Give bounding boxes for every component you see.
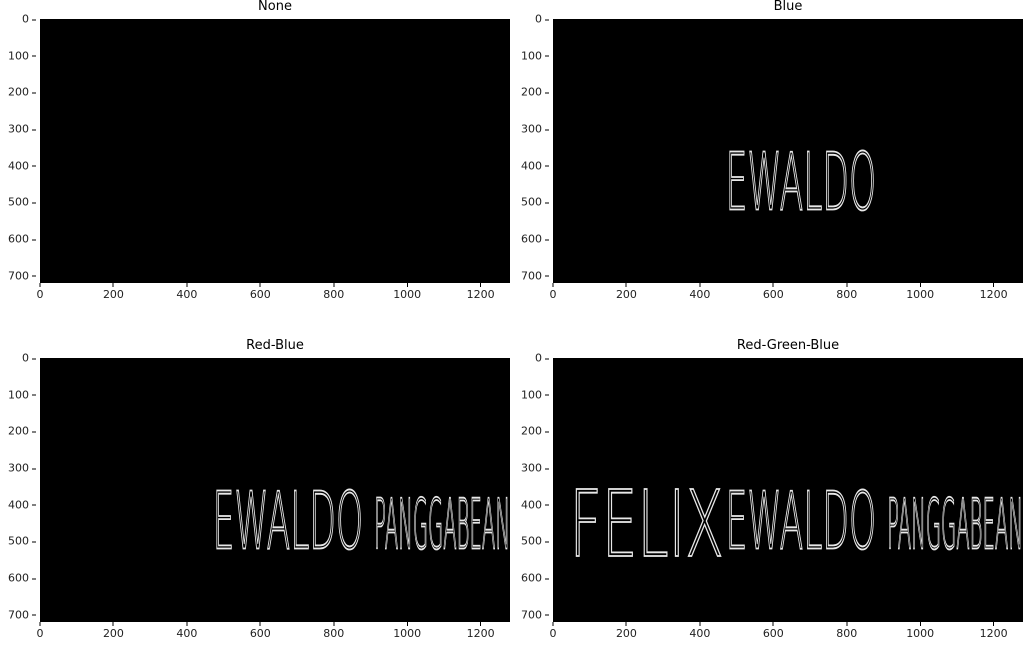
y-tick-label: 700 <box>8 269 36 282</box>
x-tick-label: 0 <box>550 283 557 301</box>
x-tick-label: 800 <box>836 622 857 640</box>
y-tick-label: 300 <box>8 123 36 136</box>
y-tick-label: 100 <box>521 49 549 62</box>
y-tick-label: 300 <box>521 462 549 475</box>
y-tick-label: 0 <box>535 13 549 26</box>
x-tick-label: 1200 <box>980 283 1008 301</box>
image-axes: EWALDO <box>553 19 1023 283</box>
y-tick-label: 300 <box>521 123 549 136</box>
x-tick-label: 1000 <box>906 283 934 301</box>
x-tick-label: 600 <box>250 622 271 640</box>
y-tick-label: 500 <box>8 196 36 209</box>
y-tick-label: 400 <box>8 498 36 511</box>
subplot-red-green-blue: Red-Green-Blue FELIX EWALDO PANGGABEAN 0 200 4… <box>521 338 1023 640</box>
handwritten-text: EWALDO <box>726 475 877 568</box>
x-tick-label: 0 <box>37 622 44 640</box>
y-tick-label: 500 <box>521 535 549 548</box>
x-tick-label: 0 <box>550 622 557 640</box>
y-tick-label: 200 <box>8 425 36 438</box>
subplot-red-blue: Red-Blue EWALDO PANGGABEAN 0 200 400 600 800 100… <box>8 338 510 640</box>
y-tick-label: 100 <box>521 388 549 401</box>
y-tick-label: 500 <box>521 196 549 209</box>
y-tick-label: 600 <box>521 233 549 246</box>
x-tick-label: 400 <box>176 622 197 640</box>
handwritten-text: FELIX <box>570 471 724 578</box>
y-tick-label: 400 <box>8 159 36 172</box>
y-tick-label: 0 <box>22 13 36 26</box>
x-tick-label: 600 <box>763 622 784 640</box>
y-tick-label: 600 <box>521 572 549 585</box>
y-tick-label: 700 <box>8 608 36 621</box>
subplot-title: Blue <box>773 0 803 14</box>
y-tick-label: 600 <box>8 572 36 585</box>
x-tick-label: 800 <box>836 283 857 301</box>
y-tick-label: 700 <box>521 608 549 621</box>
y-tick-label: 100 <box>8 49 36 62</box>
x-tick-label: 200 <box>616 622 637 640</box>
x-tick-label: 1000 <box>393 622 421 640</box>
y-tick-label: 0 <box>535 352 549 365</box>
x-tick-label: 0 <box>37 283 44 301</box>
x-tick-label: 1000 <box>906 622 934 640</box>
image-axes <box>40 19 510 283</box>
handwritten-text: EWALDO <box>213 475 364 568</box>
x-tick-label: 600 <box>250 283 271 301</box>
y-tick-label: 400 <box>521 159 549 172</box>
y-tick-label: 200 <box>521 425 549 438</box>
x-tick-label: 800 <box>323 622 344 640</box>
x-tick-label: 200 <box>616 283 637 301</box>
x-tick-label: 800 <box>323 283 344 301</box>
x-tick-label: 200 <box>103 283 124 301</box>
handwritten-text: EWALDO <box>726 136 877 229</box>
handwritten-text: PANGGABEAN <box>887 486 1023 566</box>
x-tick-label: 200 <box>103 622 124 640</box>
y-tick-label: 700 <box>521 269 549 282</box>
y-tick-label: 0 <box>22 352 36 365</box>
y-tick-label: 600 <box>8 233 36 246</box>
x-tick-label: 400 <box>689 283 710 301</box>
handwritten-text: PANGGABEAN <box>374 486 510 566</box>
subplot-blue: Blue EWALDO 0 200 400 600 800 1000 1200 0 100 200 30… <box>521 0 1023 301</box>
y-tick-label: 400 <box>521 498 549 511</box>
x-tick-label: 1000 <box>393 283 421 301</box>
x-tick-label: 1200 <box>467 622 495 640</box>
subplot-title: Red-Green-Blue <box>736 338 840 353</box>
y-tick-label: 200 <box>521 86 549 99</box>
y-tick-label: 300 <box>8 462 36 475</box>
y-tick-label: 500 <box>8 535 36 548</box>
x-tick-label: 400 <box>176 283 197 301</box>
subplot-title: None <box>258 0 292 14</box>
x-tick-label: 400 <box>689 622 710 640</box>
image-axes: EWALDO PANGGABEAN <box>40 358 510 622</box>
y-tick-label: 200 <box>8 86 36 99</box>
x-tick-label: 1200 <box>467 283 495 301</box>
image-axes: FELIX EWALDO PANGGABEAN <box>553 358 1023 622</box>
x-tick-label: 1200 <box>980 622 1008 640</box>
y-tick-label: 100 <box>8 388 36 401</box>
subplot-none: None 0 200 400 600 800 1000 1200 0 100 200 300 400 50… <box>8 0 510 301</box>
subplot-title: Red-Blue <box>246 338 304 353</box>
x-tick-label: 600 <box>763 283 784 301</box>
